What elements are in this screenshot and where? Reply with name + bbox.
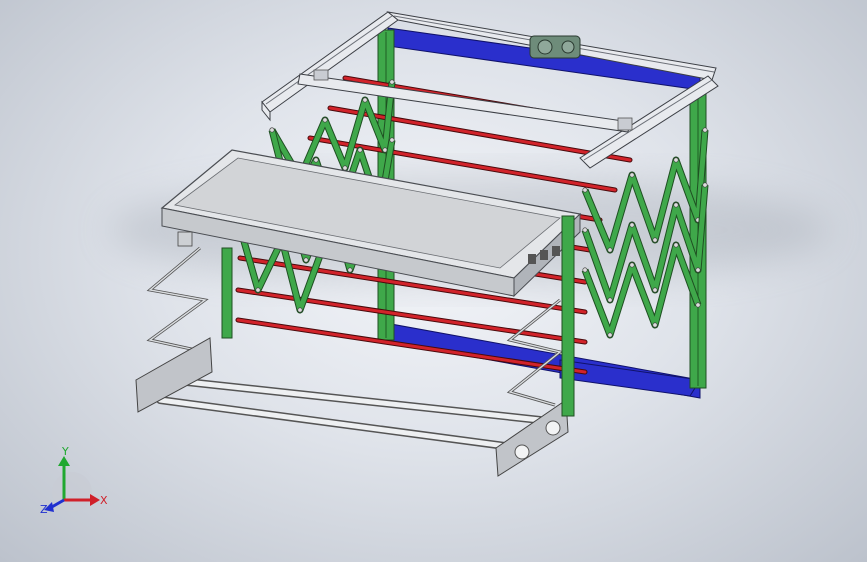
3d-viewport[interactable]: Y X Z — [0, 0, 867, 562]
orientation-triad: Y X Z — [40, 445, 108, 516]
y-axis-label: Y — [61, 445, 69, 458]
z-axis-label: Z — [40, 503, 48, 516]
x-axis-label: X — [100, 494, 108, 507]
